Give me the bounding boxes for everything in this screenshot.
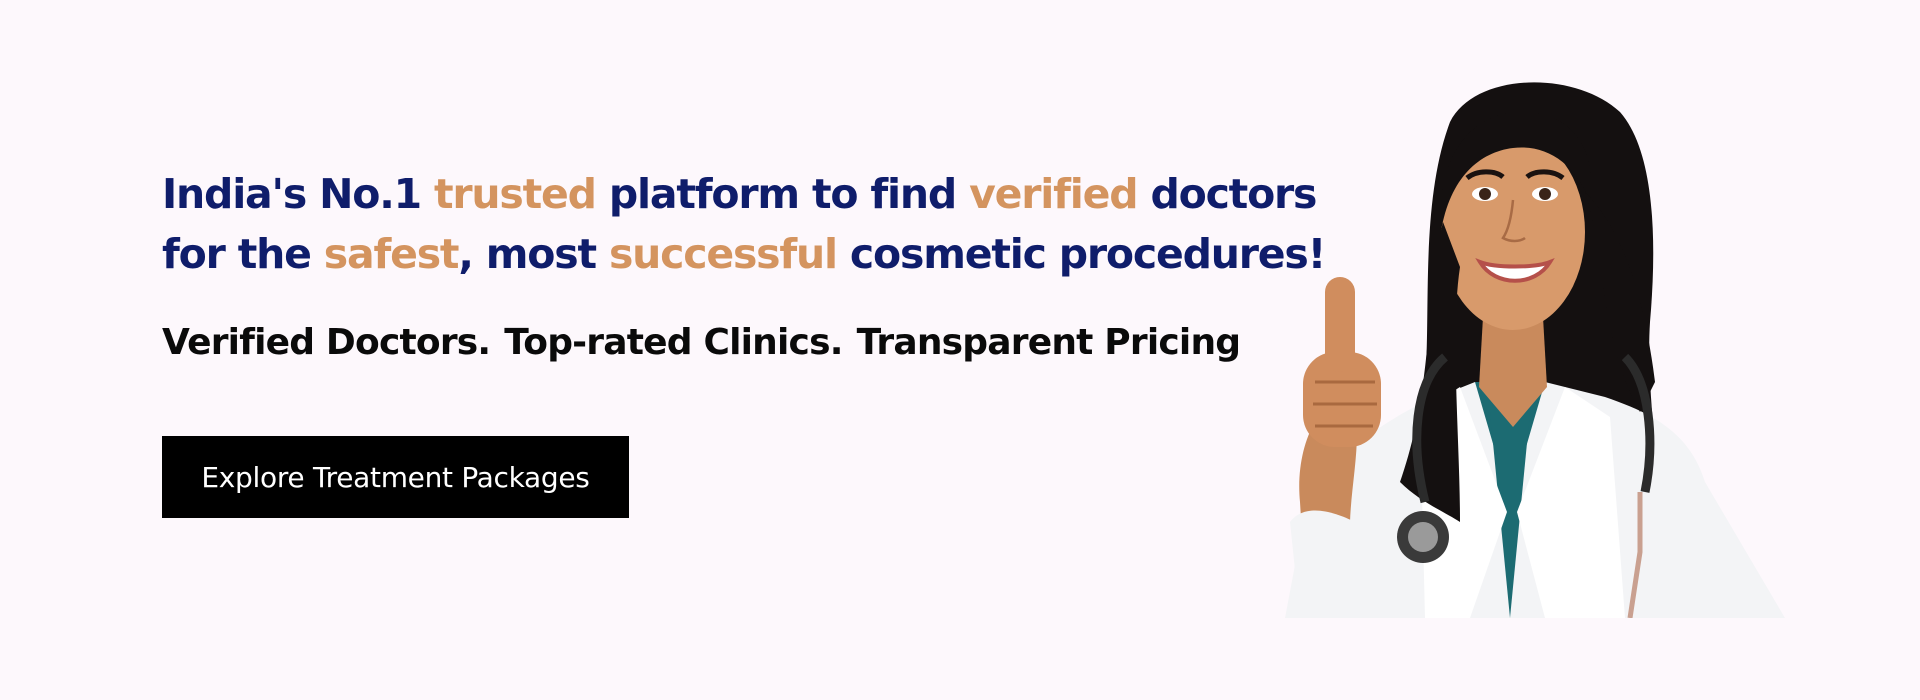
tagline-item-transparent-pricing: Transparent Pricing xyxy=(856,322,1241,363)
headline-segment: India's No.1 xyxy=(162,170,435,218)
headline-segment: , most xyxy=(458,230,609,278)
tagline-item-verified-doctors: Verified Doctors. xyxy=(162,322,491,363)
headline-highlight-trusted: trusted xyxy=(434,170,597,218)
headline-segment: platform to find xyxy=(595,170,970,218)
tagline-item-top-rated-clinics: Top-rated Clinics. xyxy=(504,322,843,363)
hero-banner: India's No.1 trusted platform to find ve… xyxy=(0,0,1920,700)
hero-tagline: Verified Doctors. Top-rated Clinics. Trans… xyxy=(162,322,1241,363)
headline-highlight-safest: safest xyxy=(323,230,460,278)
doctor-photo xyxy=(1245,82,1785,618)
headline-highlight-verified: verified xyxy=(969,170,1138,218)
headline-highlight-successful: successful xyxy=(608,230,838,278)
hero-headline: India's No.1 trusted platform to find ve… xyxy=(162,164,1342,284)
explore-treatment-packages-button[interactable]: Explore Treatment Packages xyxy=(162,436,629,518)
